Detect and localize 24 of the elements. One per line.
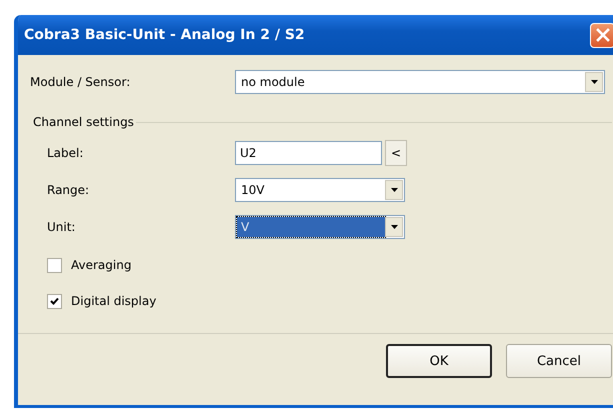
checkbox-label: Digital display xyxy=(71,294,156,308)
dropdown-value: no module xyxy=(240,75,306,89)
dropdown[interactable]: V xyxy=(235,215,405,239)
field-label: Range: xyxy=(46,183,90,197)
close-icon xyxy=(596,28,610,42)
dialog-button[interactable]: OK xyxy=(386,344,492,378)
field-label: Unit: xyxy=(46,220,76,234)
dropdown-value: V xyxy=(237,217,385,237)
checkbox[interactable] xyxy=(47,258,62,272)
insert-button[interactable]: < xyxy=(385,140,407,166)
dropdown[interactable]: 10V xyxy=(235,178,405,202)
dialog-button[interactable]: Cancel xyxy=(506,344,612,378)
checkbox-label: Averaging xyxy=(71,258,132,272)
checkbox[interactable] xyxy=(47,294,62,308)
window-title: Cobra3 Basic-Unit - Analog In 2 / S2 xyxy=(24,27,305,43)
text-field[interactable]: U2 xyxy=(235,141,382,165)
field-value: U2 xyxy=(239,146,258,160)
field-label: Module / Sensor: xyxy=(30,75,132,89)
dropdown-value: 10V xyxy=(240,182,266,199)
checkmark-icon xyxy=(50,297,59,305)
group-title: Channel settings xyxy=(32,115,134,129)
field-label: Label: xyxy=(46,146,84,160)
module-dropdown[interactable]: no module xyxy=(235,70,605,94)
close-button[interactable] xyxy=(590,22,613,48)
